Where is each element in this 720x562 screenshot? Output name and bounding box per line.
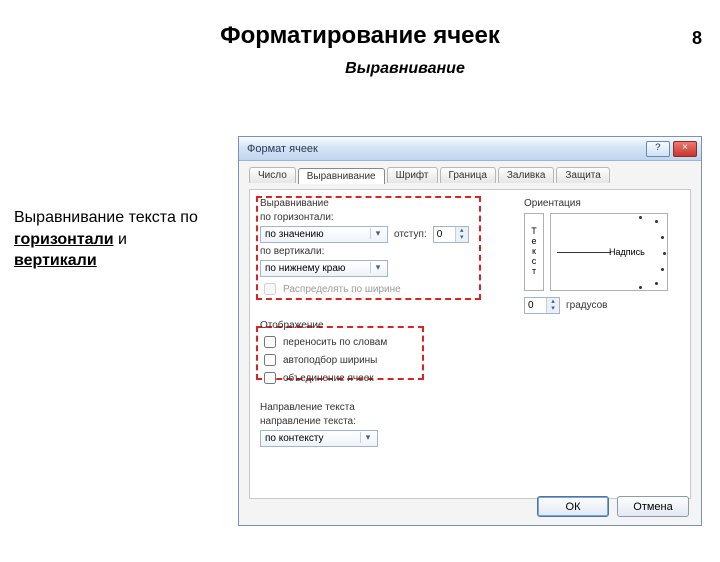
dialog-title: Формат ячеек <box>247 143 643 155</box>
tab-font[interactable]: Шрифт <box>387 167 438 183</box>
direction-group: Направление текста направление текста: п… <box>260 402 460 450</box>
dial-dot-icon <box>639 286 642 289</box>
caption-text: Выравнивание текста по горизонтали и вер… <box>14 207 198 272</box>
cancel-button[interactable]: Отмена <box>617 496 689 517</box>
wrap-checkbox-input[interactable] <box>264 336 276 348</box>
alignment-panel: Выравнивание по горизонтали: по значению… <box>249 189 691 499</box>
tab-strip: Число Выравнивание Шрифт Граница Заливка… <box>249 167 691 183</box>
indent-spin[interactable]: 0 <box>433 226 469 243</box>
orientation-label: Ориентация <box>524 198 680 209</box>
dial-dot-icon <box>661 268 664 271</box>
close-button[interactable]: × <box>673 141 697 157</box>
dial-dot-icon <box>661 236 664 239</box>
dial-line-icon <box>557 252 611 253</box>
vertical-combo[interactable]: по нижнему краю <box>260 260 388 277</box>
horizontal-combo[interactable]: по значению <box>260 226 388 243</box>
dialog-client: Число Выравнивание Шрифт Граница Заливка… <box>239 161 701 525</box>
tab-protection[interactable]: Защита <box>556 167 609 183</box>
wrap-check[interactable]: переносить по словам <box>260 333 460 351</box>
format-cells-dialog: Формат ячеек ? × Число Выравнивание Шриф… <box>238 136 702 526</box>
shrink-checkbox-input[interactable] <box>264 354 276 366</box>
display-group: Отображение переносить по словам автопод… <box>260 320 460 387</box>
orientation-group: Ориентация Т е к с т <box>524 198 680 314</box>
direction-combo[interactable]: по контексту <box>260 430 378 447</box>
highlight-align-group <box>256 196 481 300</box>
dialog-button-row: ОК Отмена <box>537 496 689 517</box>
tab-alignment[interactable]: Выравнивание <box>298 168 385 184</box>
orientation-dial[interactable]: Надпись <box>550 213 668 291</box>
degrees-label: градусов <box>566 300 607 311</box>
dial-dot-icon <box>663 252 666 255</box>
orientation-vertical-button[interactable]: Т е к с т <box>524 213 544 291</box>
dial-dot-icon <box>655 282 658 285</box>
slide-subtitle: Выравнивание <box>90 60 720 78</box>
merge-check[interactable]: объединение ячеек <box>260 369 460 387</box>
direction-group-label: Направление текста <box>260 402 460 413</box>
degrees-spin[interactable]: 0 <box>524 297 560 314</box>
slide-number: 8 <box>692 28 702 49</box>
display-group-label: Отображение <box>260 320 460 331</box>
direction-label: направление текста: <box>260 416 356 427</box>
slide-title: Форматирование ячеек <box>0 22 720 50</box>
tab-border[interactable]: Граница <box>440 167 496 183</box>
dial-text: Надпись <box>609 247 645 257</box>
help-button[interactable]: ? <box>646 141 670 157</box>
tab-number[interactable]: Число <box>249 167 296 183</box>
dialog-titlebar[interactable]: Формат ячеек ? × <box>239 137 701 161</box>
tab-fill[interactable]: Заливка <box>498 167 555 183</box>
ok-button[interactable]: ОК <box>537 496 609 517</box>
shrink-check[interactable]: автоподбор ширины <box>260 351 460 369</box>
dial-dot-icon <box>655 220 658 223</box>
merge-checkbox-input[interactable] <box>264 372 276 384</box>
dial-dot-icon <box>639 216 642 219</box>
